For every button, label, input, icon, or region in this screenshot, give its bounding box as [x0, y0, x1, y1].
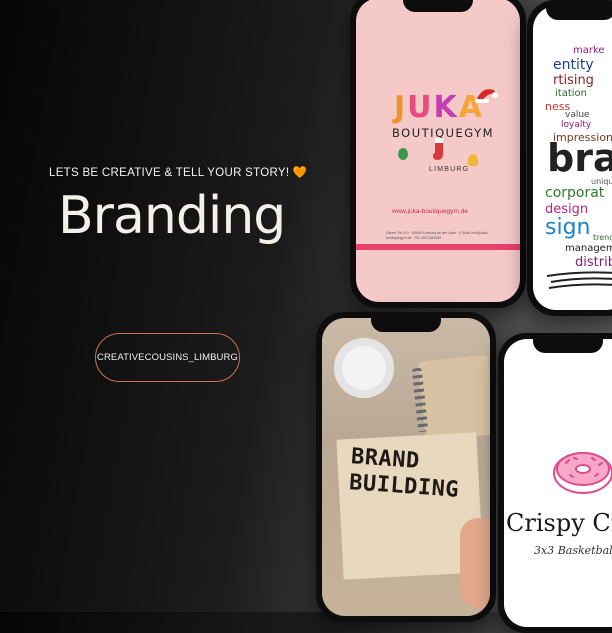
phone-screen: marke entity rtising itation ness value … — [533, 6, 612, 310]
crispy-title: Crispy Cre — [506, 509, 612, 537]
word: rtising — [553, 73, 594, 88]
juka-footer-bar — [356, 244, 520, 250]
word: managem — [565, 243, 612, 254]
word: bra — [547, 136, 612, 180]
juka-city: LIMBURG — [429, 166, 470, 173]
brand-building-text: BRAND BUILDING — [348, 444, 461, 504]
page-title: Branding — [58, 186, 286, 246]
word: sign — [545, 215, 591, 240]
word: corporat — [545, 185, 605, 201]
phone-mockup-juka: JUKA BOUTIQUEGYM LIMBURG www.juka-boutiq… — [350, 0, 526, 308]
logo-letter: U — [407, 90, 434, 125]
word: trend — [593, 233, 612, 242]
stocking-icon — [433, 138, 443, 160]
phone-notch — [533, 339, 603, 353]
word: loyalty — [561, 120, 592, 130]
phone-notch — [371, 318, 441, 332]
phone-screen: JUKA BOUTIQUEGYM LIMBURG www.juka-boutiq… — [356, 0, 520, 302]
orange-heart-icon: 🧡 — [292, 167, 308, 179]
phone-mockup-crispy: Crispy Cre 3x3 Basketball — [498, 333, 612, 633]
phone-notch — [546, 6, 612, 20]
logo-letter: J — [394, 90, 408, 125]
word: itation — [555, 88, 587, 99]
crispy-subtitle: 3x3 Basketball — [534, 544, 612, 557]
hand-image — [460, 518, 490, 608]
word: value — [565, 110, 590, 120]
phone-mockup-brand-building: BRAND BUILDING — [316, 312, 496, 622]
word: entity — [553, 57, 594, 73]
donut-icon — [553, 452, 612, 494]
juka-address: Diezer Str 110 · 65549 Limburg an der La… — [386, 231, 489, 240]
logo-letter: K — [433, 90, 459, 125]
juka-url: www.juka-boutiquegym.de — [392, 208, 468, 215]
instagram-handle-button[interactable]: CREATIVECOUSINS_LIMBURG — [95, 333, 240, 382]
phone-notch — [403, 0, 473, 12]
phone-screen: Crispy Cre 3x3 Basketball — [504, 339, 612, 627]
phone-screen: BRAND BUILDING — [322, 318, 490, 616]
scribble-underline — [547, 271, 612, 289]
ornament-icon — [398, 148, 408, 160]
bell-icon — [468, 154, 478, 166]
coffee-cup-icon — [334, 338, 394, 398]
santa-hat-icon — [475, 89, 498, 103]
tagline-text: LETS BE CREATIVE & TELL YOUR STORY! — [49, 167, 290, 179]
word: marke — [573, 45, 605, 56]
tagline: LETS BE CREATIVE & TELL YOUR STORY! 🧡 — [49, 165, 308, 179]
phone-mockup-wordcloud: marke entity rtising itation ness value … — [527, 0, 612, 316]
notebook-icon — [418, 354, 490, 442]
juka-logo: JUKA — [394, 90, 484, 125]
